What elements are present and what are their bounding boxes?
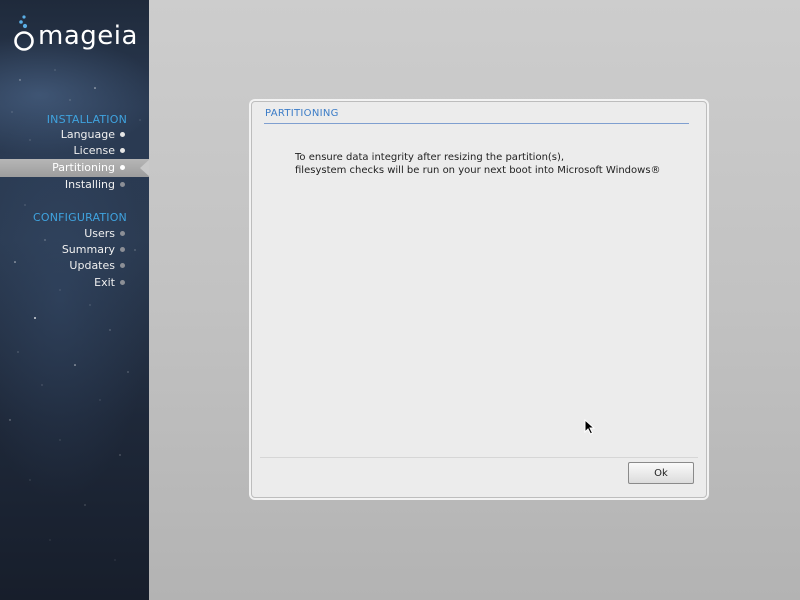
sidebar-item-exit: Exit [0, 275, 149, 291]
current-step-arrow-icon [140, 159, 149, 177]
sidebar-item-label: Updates [69, 259, 115, 272]
sidebar: mageia INSTALLATION Language License Par… [0, 0, 149, 600]
sidebar-item-users: Users [0, 226, 149, 242]
sidebar-item-installing: Installing [0, 177, 149, 193]
sidebar-item-label: Users [84, 227, 115, 240]
footer-divider [260, 457, 698, 458]
sidebar-item-license: License [0, 143, 149, 159]
sidebar-item-language: Language [0, 127, 149, 143]
sidebar-item-label: Partitioning [52, 161, 115, 174]
title-divider [264, 123, 689, 124]
installer-screen: mageia INSTALLATION Language License Par… [0, 0, 800, 600]
partitioning-dialog: PARTITIONING To ensure data integrity af… [251, 101, 707, 498]
step-current-icon [120, 165, 125, 170]
section-title-installation: INSTALLATION [46, 113, 127, 126]
sidebar-item-label: Exit [94, 276, 115, 289]
sidebar-item-label: Summary [61, 243, 115, 256]
section-title-configuration: CONFIGURATION [32, 211, 127, 224]
step-done-icon [120, 148, 125, 153]
step-pending-icon [120, 182, 125, 187]
mouse-pointer-icon [584, 419, 596, 435]
message-line: To ensure data integrity after resizing … [295, 152, 565, 163]
dialog-message: To ensure data integrity after resizing … [295, 152, 661, 177]
sidebar-item-label: Language [60, 128, 115, 141]
step-pending-icon [120, 280, 125, 285]
ok-button[interactable]: Ok [628, 462, 694, 484]
step-done-icon [120, 132, 125, 137]
sidebar-item-partitioning: Partitioning [0, 159, 149, 177]
step-pending-icon [120, 247, 125, 252]
logo-wordmark: mageia [38, 21, 138, 51]
dialog-title: PARTITIONING [265, 108, 339, 119]
sidebar-item-label: Installing [64, 178, 115, 191]
step-pending-icon [120, 263, 125, 268]
sidebar-item-updates: Updates [0, 258, 149, 274]
step-pending-icon [120, 231, 125, 236]
sidebar-item-label: License [73, 144, 115, 157]
message-line: filesystem checks will be run on your ne… [295, 164, 661, 176]
starfield-background [7, 69, 141, 561]
sidebar-item-summary: Summary [0, 242, 149, 258]
